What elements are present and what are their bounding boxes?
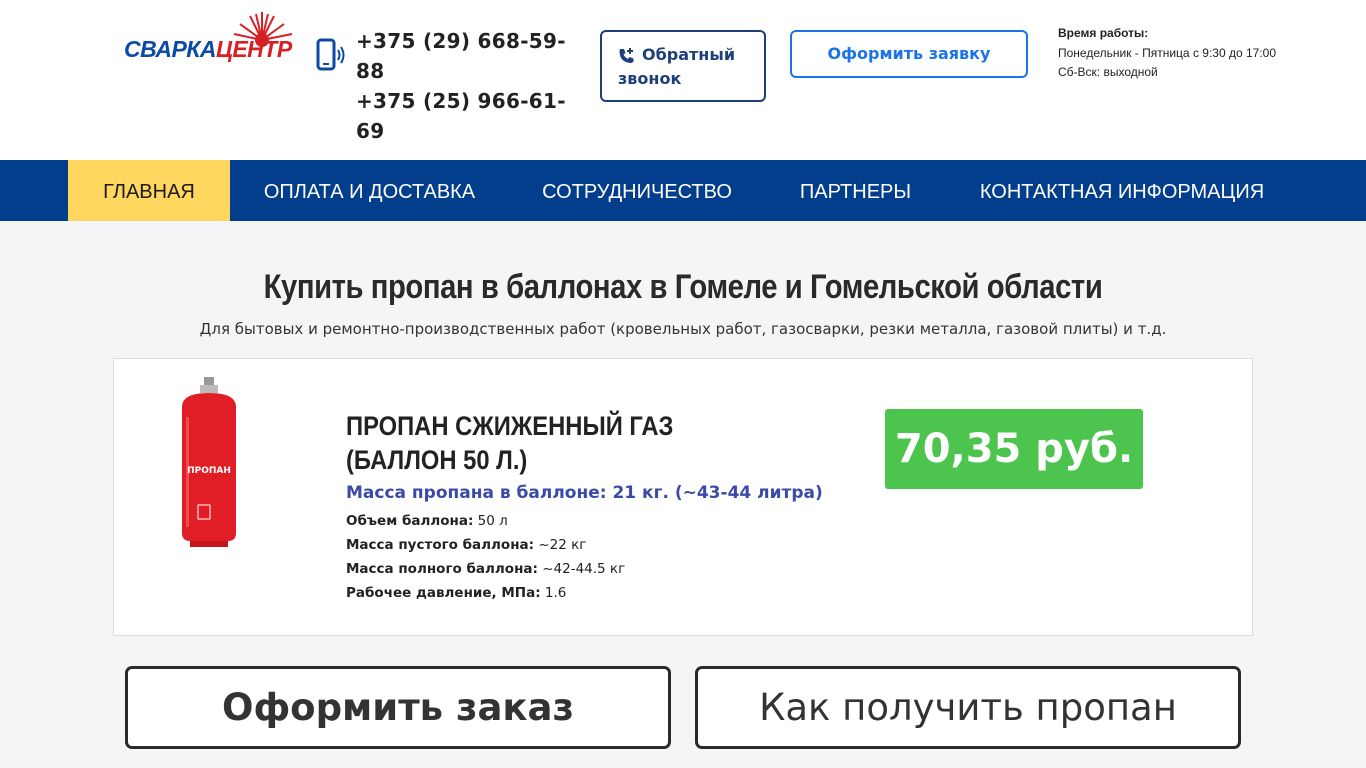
product-specs: Объем баллона: 50 л Масса пустого баллон…: [346, 509, 625, 605]
cylinder-label: ПРОПАН: [187, 466, 231, 476]
spec-value: ~22 кг: [538, 537, 587, 553]
nav-item-contacts[interactable]: КОНТАКТНАЯ ИНФОРМАЦИЯ: [946, 160, 1298, 221]
gas-cylinder-image: ПРОПАН: [182, 377, 236, 547]
main-nav: ГЛАВНАЯ ОПЛАТА И ДОСТАВКА СОТРУДНИЧЕСТВО…: [0, 160, 1366, 221]
spec-value: 50 л: [477, 513, 508, 529]
spec-value: ~42-44.5 кг: [542, 561, 626, 577]
smartphone-icon: [316, 38, 345, 71]
spec-row: Рабочее давление, МПа: 1.6: [346, 581, 625, 605]
spec-key: Объем баллона:: [346, 513, 474, 529]
logo[interactable]: СВАРКАЦЕНТР: [124, 10, 294, 66]
spec-value: 1.6: [544, 585, 567, 601]
spec-row: Масса полного баллона: ~42-44.5 кг: [346, 557, 625, 581]
product-name: ПРОПАН СЖИЖЕННЫЙ ГАЗ (БАЛЛОН 50 Л.): [346, 411, 674, 475]
site-header: СВАРКАЦЕНТР +375 (29) 668-59-88 +375 (25…: [0, 0, 1366, 160]
nav-item-home[interactable]: ГЛАВНАЯ: [68, 160, 230, 221]
logo-text-part1: СВАРКА: [124, 36, 217, 62]
spec-row: Объем баллона: 50 л: [346, 509, 625, 533]
spec-key: Масса полного баллона:: [346, 561, 538, 577]
spec-row: Масса пустого баллона: ~22 кг: [346, 533, 625, 557]
page-title: Купить пропан в баллонах в Гомеле и Гоме…: [263, 268, 1103, 306]
spec-key: Масса пустого баллона:: [346, 537, 535, 553]
phone-link-1[interactable]: +375 (29) 668-59-88: [356, 26, 576, 86]
working-hours-weekdays: Понедельник - Пятница с 9:30 до 17:00: [1058, 45, 1277, 60]
phone-link-2[interactable]: +375 (25) 966-61-69: [356, 86, 576, 146]
working-hours-weekend: Сб-Вск: выходной: [1058, 65, 1158, 79]
nav-item-partners[interactable]: ПАРТНЕРЫ: [765, 160, 946, 221]
nav-item-cooperation[interactable]: СОТРУДНИЧЕСТВО: [509, 160, 765, 221]
working-hours-title: Время работы:: [1058, 26, 1149, 40]
how-to-get-button[interactable]: Как получить пропан: [695, 666, 1241, 749]
spec-key: Рабочее давление, МПа:: [346, 585, 541, 601]
product-card: ПРОПАН ПРОПАН СЖИЖЕННЫЙ ГАЗ (БАЛЛОН 50 Л…: [113, 358, 1253, 636]
submit-request-button[interactable]: Оформить заявку: [790, 30, 1028, 78]
phone-numbers: +375 (29) 668-59-88 +375 (25) 966-61-69: [356, 26, 576, 146]
nav-item-payment-delivery[interactable]: ОПЛАТА И ДОСТАВКА: [230, 160, 509, 221]
price-badge: 70,35 руб.: [885, 409, 1143, 489]
phone-callback-icon: [619, 48, 634, 63]
product-mass: Масса пропана в баллоне: 21 кг. (~43-44 …: [346, 483, 823, 503]
callback-button[interactable]: Обратный звонок: [600, 30, 766, 102]
place-order-button[interactable]: Оформить заказ: [125, 666, 671, 749]
logo-text: СВАРКАЦЕНТР: [124, 36, 292, 63]
page-subtitle: Для бытовых и ремонтно-производственных …: [199, 320, 1167, 338]
logo-text-part2: ЦЕНТР: [216, 36, 292, 62]
working-hours: Время работы: Понедельник - Пятница с 9:…: [1058, 24, 1308, 83]
